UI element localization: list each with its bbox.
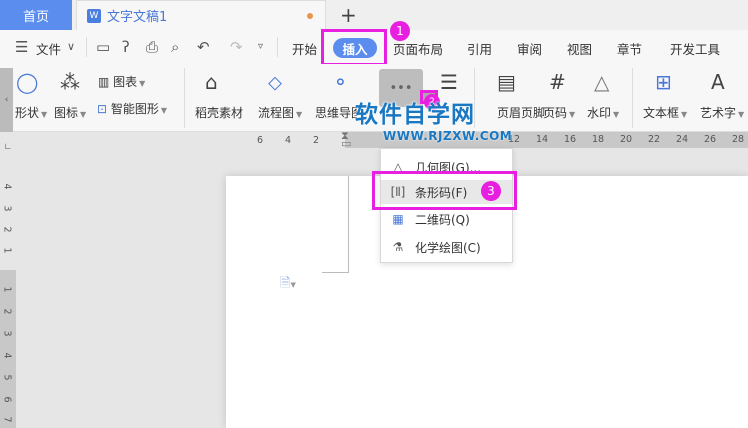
word-art-button[interactable]: 艺术字 ▼ (700, 104, 744, 121)
menu-view[interactable]: 视图 (567, 39, 592, 58)
menu-page-layout[interactable]: 页面布局 (393, 39, 443, 58)
flowchart-button[interactable]: 流程图 ▼ (258, 104, 302, 121)
flask-icon: ⚗ (392, 240, 404, 254)
textbox-button[interactable]: 文本框 ▼ (643, 104, 687, 121)
save-icon[interactable]: ▭ (96, 38, 110, 56)
highlight-box-insert (321, 29, 387, 66)
ruler-number: 4 (1, 183, 13, 190)
menu-file[interactable]: 文件 (36, 39, 61, 58)
smart-art-icon: ⊡ (97, 102, 111, 116)
new-tab-button[interactable]: + (340, 3, 357, 27)
undo-icon[interactable]: ↶ (197, 38, 210, 56)
tab-document[interactable]: W 文字文稿1 (76, 0, 326, 30)
ruler-number: 3 (1, 205, 13, 212)
menu-item-chemistry[interactable]: ⚗ 化学绘图(C) (381, 235, 512, 259)
word-art-icon: A (711, 70, 725, 94)
ruler-number: 2 (1, 308, 13, 315)
vertical-ruler[interactable]: 1 2 3 4 5 6 7 (0, 270, 16, 428)
shape-icon: ◯ (16, 70, 39, 94)
chart-icon: ▥ (98, 75, 114, 89)
watermark-icon: △ (594, 70, 610, 94)
ribbon-scroll-left-button[interactable]: ‹ (0, 68, 13, 132)
chart-button[interactable]: ▥ 图表 ▼ (98, 73, 145, 90)
watermark-title: 软件自学网 (355, 102, 475, 128)
menu-review[interactable]: 审阅 (517, 39, 542, 58)
step-badge-1: 1 (390, 21, 410, 41)
flowchart-icon: ⬦ (268, 70, 282, 94)
menu-references[interactable]: 引用 (467, 39, 492, 58)
ruler-number: 6 (1, 396, 13, 403)
menu-start[interactable]: 开始 (292, 39, 317, 58)
watermark-url: WWW.RJZXW.COM (383, 129, 513, 143)
ruler-number: 24 (676, 134, 689, 145)
ruler-number: 5 (1, 374, 13, 381)
step-badge-3: 3 (481, 181, 501, 201)
page-number-button[interactable]: 页码 ▼ (543, 104, 575, 121)
smart-art-button[interactable]: ⊡ 智能图形 ▼ (97, 100, 167, 117)
tab-stop-icon[interactable]: ∟ (4, 142, 12, 153)
menu-item-qrcode[interactable]: ▦ 二维码(Q) (381, 207, 512, 231)
quick-access-dropdown-icon[interactable]: ▿ (258, 41, 263, 52)
icon-library-icon: ⁂ (60, 70, 80, 94)
ruler-number: 1 (1, 286, 13, 293)
watermark-button[interactable]: 水印 ▼ (587, 104, 619, 121)
print-icon[interactable]: ⎙ (146, 38, 158, 56)
attachment-icon: ☰ (440, 70, 458, 94)
ruler-number: 26 (704, 134, 717, 145)
ruler-number: 28 (732, 134, 745, 145)
indent-marker-icon[interactable]: ⧗ ▭ (341, 130, 351, 149)
ruler-number: 18 (592, 134, 605, 145)
ruler-number: 7 (1, 416, 13, 423)
ruler-number: 20 (620, 134, 633, 145)
export-pdf-icon[interactable]: ʔ (122, 38, 130, 56)
ruler-number: 16 (564, 134, 577, 145)
paste-options-icon[interactable]: 🗎▼ (280, 274, 296, 296)
ruler-number: 14 (536, 134, 549, 145)
ruler-number: 2 (313, 135, 320, 146)
tab-home[interactable]: 首页 (0, 0, 72, 30)
ruler-number: 22 (648, 134, 661, 145)
menu-developer[interactable]: 开发工具 (670, 39, 720, 58)
print-preview-icon[interactable]: ⌕ (171, 38, 179, 56)
page-number-icon: # (549, 70, 566, 94)
ruler-number: 6 (257, 135, 264, 146)
hamburger-icon[interactable]: ☰ (15, 38, 28, 56)
ruler-number: 3 (1, 330, 13, 337)
docer-icon: ⌂ (205, 70, 218, 94)
qrcode-icon: ▦ (392, 212, 404, 226)
shape-button[interactable]: 形状 ▼ (15, 104, 47, 121)
chevron-down-icon[interactable]: ∨ (67, 40, 75, 53)
redo-icon[interactable]: ↷ (230, 38, 243, 56)
menu-sections[interactable]: 章节 (617, 39, 642, 58)
header-footer-button[interactable]: 页眉页脚 (497, 104, 545, 121)
ruler-number: 2 (1, 226, 13, 233)
mindmap-icon: ⚬ (332, 70, 349, 94)
ruler-number: 4 (285, 135, 292, 146)
ruler-number: 4 (1, 352, 13, 359)
mindmap-button[interactable]: 思维导图 (315, 104, 357, 121)
document-title: 文字文稿1 (107, 10, 168, 25)
ruler-number: 1 (1, 247, 13, 254)
icon-button[interactable]: 图标 ▼ (54, 104, 86, 121)
docer-button[interactable]: 稻壳素材 (195, 104, 243, 121)
header-footer-icon: ▤ (497, 70, 516, 94)
margin-corner-marker (322, 176, 349, 273)
wps-writer-icon: W (87, 8, 101, 23)
textbox-icon: ⊞ (655, 70, 672, 94)
unsaved-dot-icon (307, 13, 313, 19)
